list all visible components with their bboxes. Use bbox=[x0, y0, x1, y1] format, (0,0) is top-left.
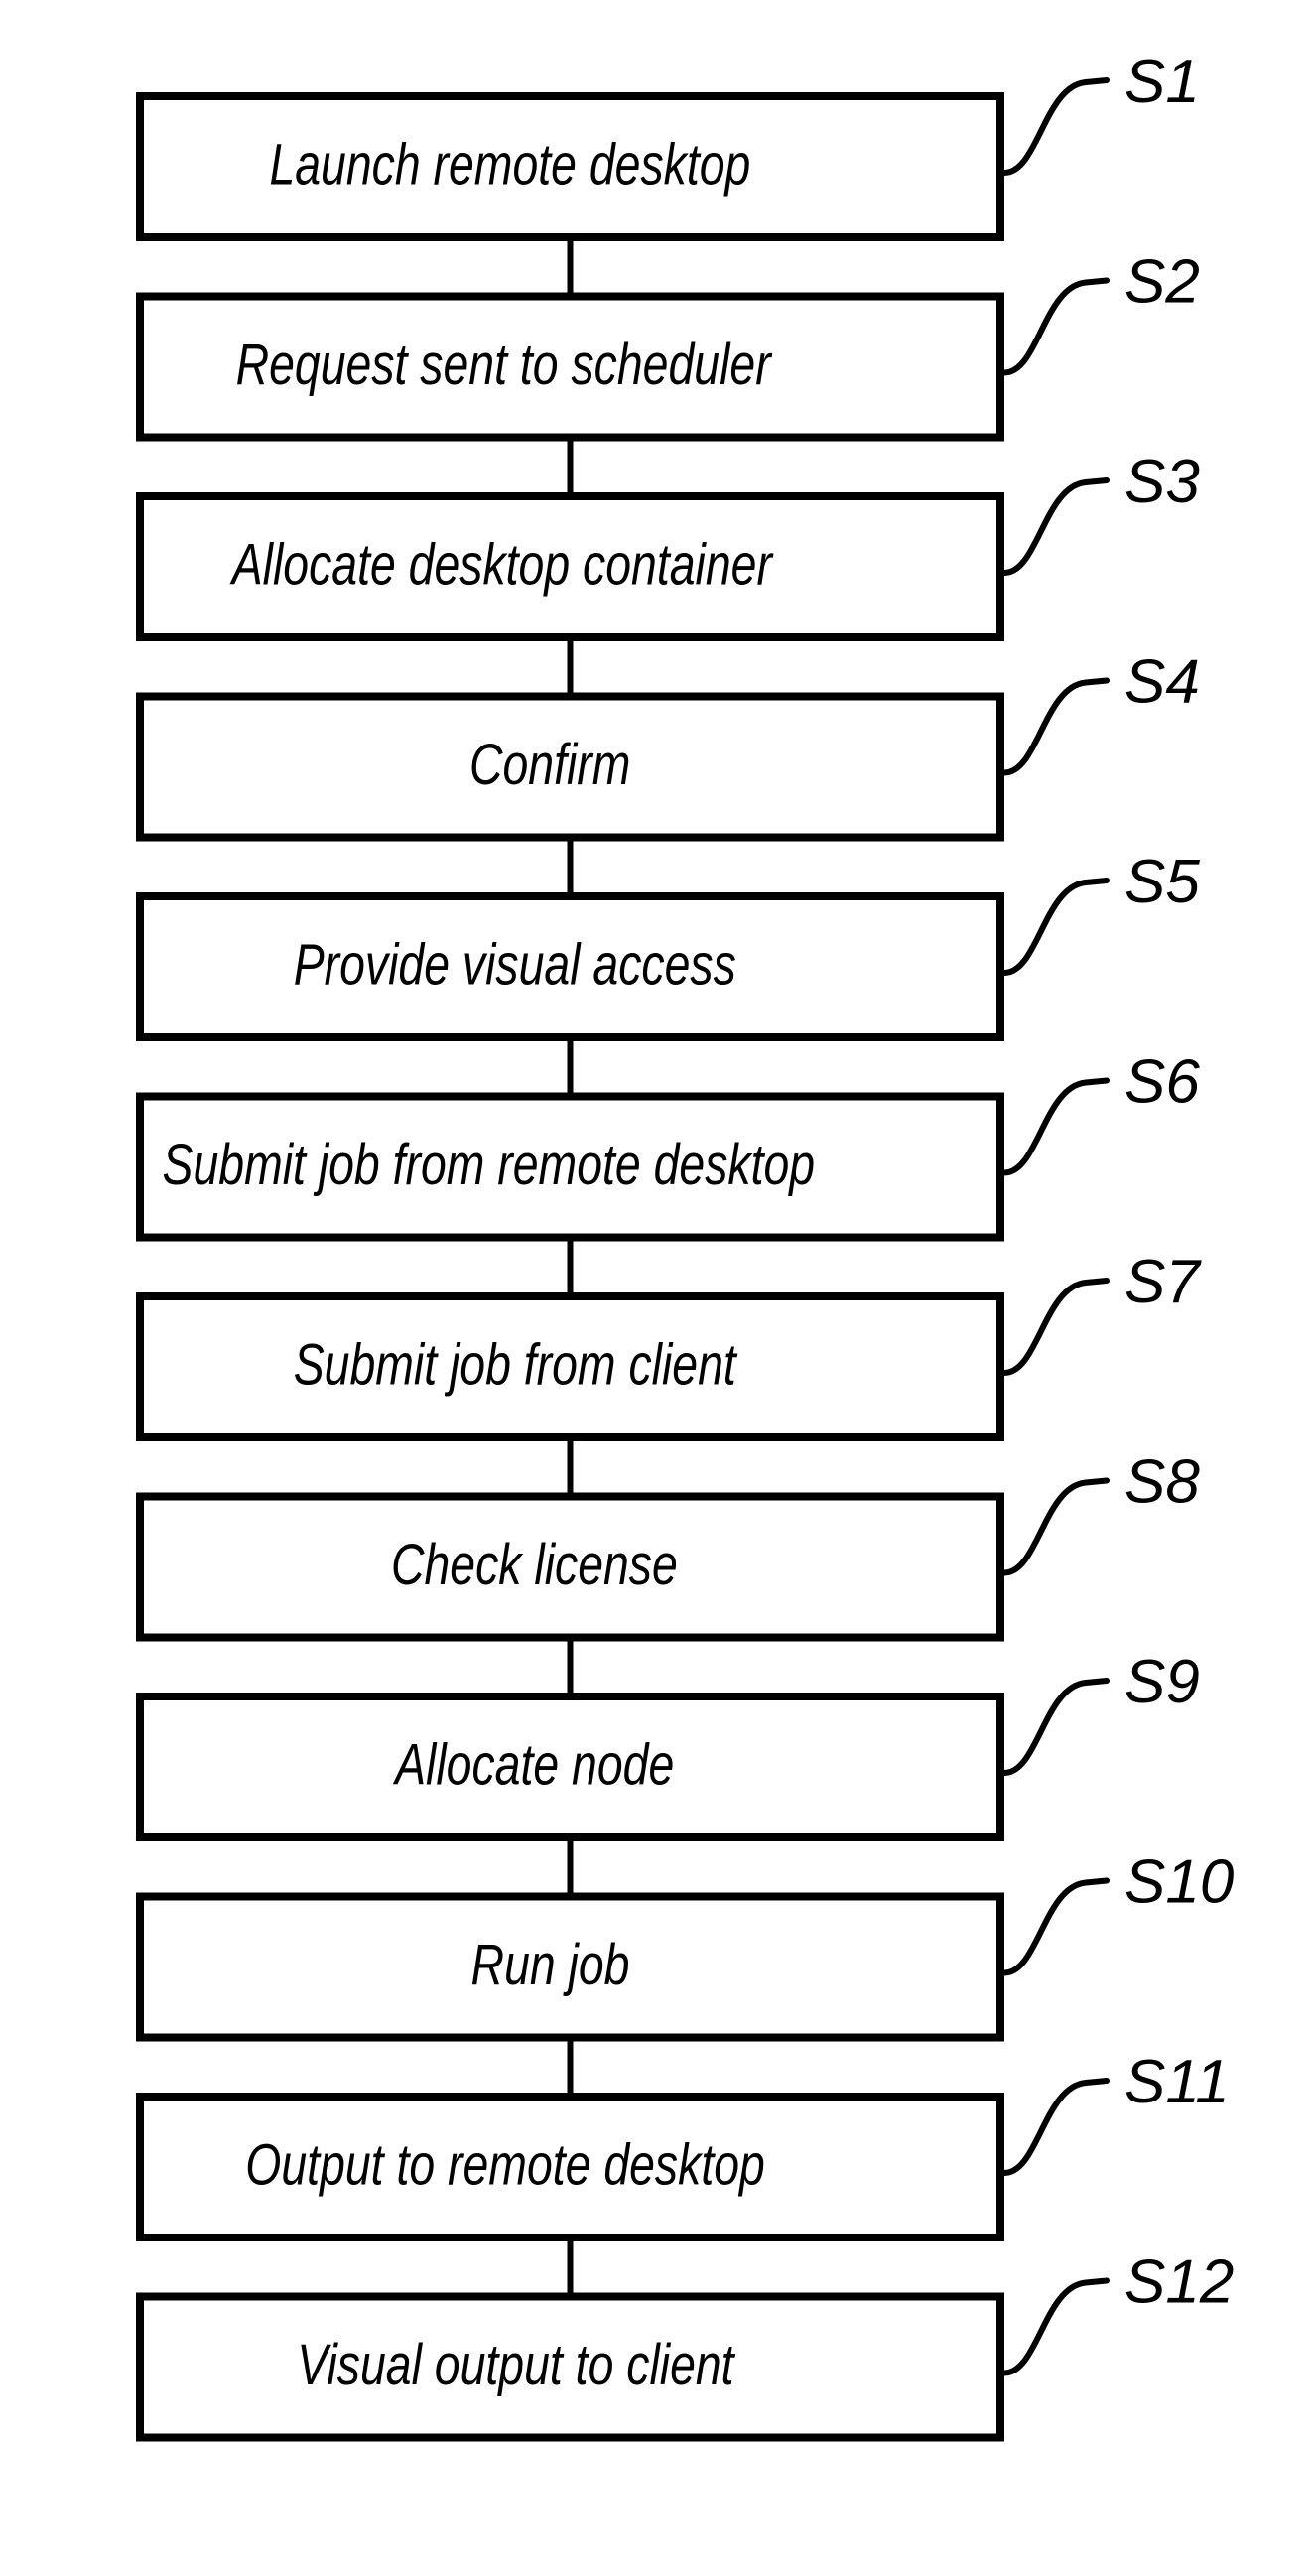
reference-label: S4 bbox=[1124, 648, 1200, 717]
step-box-label: Allocate node bbox=[392, 1732, 674, 1797]
step-box-label: Provide visual access bbox=[294, 932, 736, 997]
reference-leader-line bbox=[1001, 1477, 1110, 1576]
flow-step-s7[interactable]: Submit job from client S7 bbox=[136, 1248, 1202, 1493]
flow-step-s8[interactable]: Check license S8 bbox=[136, 1448, 1200, 1694]
reference-label: S3 bbox=[1124, 448, 1200, 516]
reference-leader-line bbox=[1001, 2078, 1110, 2176]
flow-step-s11[interactable]: Output to remote desktop S11 bbox=[136, 2048, 1230, 2293]
step-box-label: Run job bbox=[471, 1933, 630, 1997]
reference-leader-line bbox=[1001, 1678, 1110, 1776]
reference-label: S12 bbox=[1124, 2248, 1234, 2317]
reference-label: S2 bbox=[1124, 248, 1200, 317]
flow-step-s6[interactable]: Submit job from remote desktop S6 bbox=[136, 1048, 1200, 1293]
reference-label: S7 bbox=[1124, 1248, 1202, 1316]
reference-leader-line bbox=[1001, 1877, 1110, 1976]
step-box-label: Check license bbox=[391, 1533, 678, 1597]
flow-step-s12[interactable]: Visual output to client S12 bbox=[136, 2248, 1234, 2442]
flow-step-s5[interactable]: Provide visual access S5 bbox=[136, 848, 1200, 1093]
flow-step-s4[interactable]: Confirm S4 bbox=[136, 648, 1200, 893]
reference-label: S8 bbox=[1124, 1448, 1200, 1517]
reference-leader-line bbox=[1001, 77, 1110, 176]
reference-leader-line bbox=[1001, 477, 1110, 576]
step-box-label: Launch remote desktop bbox=[269, 132, 750, 197]
reference-label: S11 bbox=[1124, 2048, 1230, 2116]
reference-leader-line bbox=[1001, 878, 1110, 976]
reference-leader-line bbox=[1001, 2277, 1110, 2376]
flowchart-page: Launch remote desktop S1 Request sent to s… bbox=[0, 0, 1310, 2576]
step-box-label: Confirm bbox=[469, 733, 630, 797]
flow-step-s10[interactable]: Run job S10 bbox=[136, 1848, 1234, 2094]
step-box-label: Output to remote desktop bbox=[245, 2132, 765, 2197]
flow-step-s2[interactable]: Request sent to scheduler S2 bbox=[136, 248, 1200, 493]
reference-leader-line bbox=[1001, 1278, 1110, 1376]
step-box-label: Submit job from remote desktop bbox=[163, 1133, 816, 1197]
reference-label: S10 bbox=[1124, 1848, 1234, 1917]
reference-label: S5 bbox=[1124, 848, 1200, 916]
reference-leader-line bbox=[1001, 677, 1110, 776]
flow-step-s9[interactable]: Allocate node S9 bbox=[136, 1648, 1200, 1893]
step-box-label: Submit job from client bbox=[294, 1332, 738, 1397]
step-box-label: Request sent to scheduler bbox=[236, 333, 773, 397]
step-box-label: Visual output to client bbox=[297, 2333, 735, 2397]
reference-leader-line bbox=[1001, 1077, 1110, 1176]
reference-label: S6 bbox=[1124, 1048, 1200, 1117]
flow-step-s1[interactable]: Launch remote desktop S1 bbox=[136, 48, 1200, 293]
step-box-label: Allocate desktop container bbox=[229, 532, 774, 597]
flow-step-s3[interactable]: Allocate desktop container S3 bbox=[136, 448, 1200, 693]
reference-leader-line bbox=[1001, 277, 1110, 376]
flowchart-canvas: Launch remote desktop S1 Request sent to s… bbox=[136, 48, 1234, 2442]
reference-label: S9 bbox=[1124, 1648, 1200, 1716]
reference-label: S1 bbox=[1124, 48, 1200, 116]
